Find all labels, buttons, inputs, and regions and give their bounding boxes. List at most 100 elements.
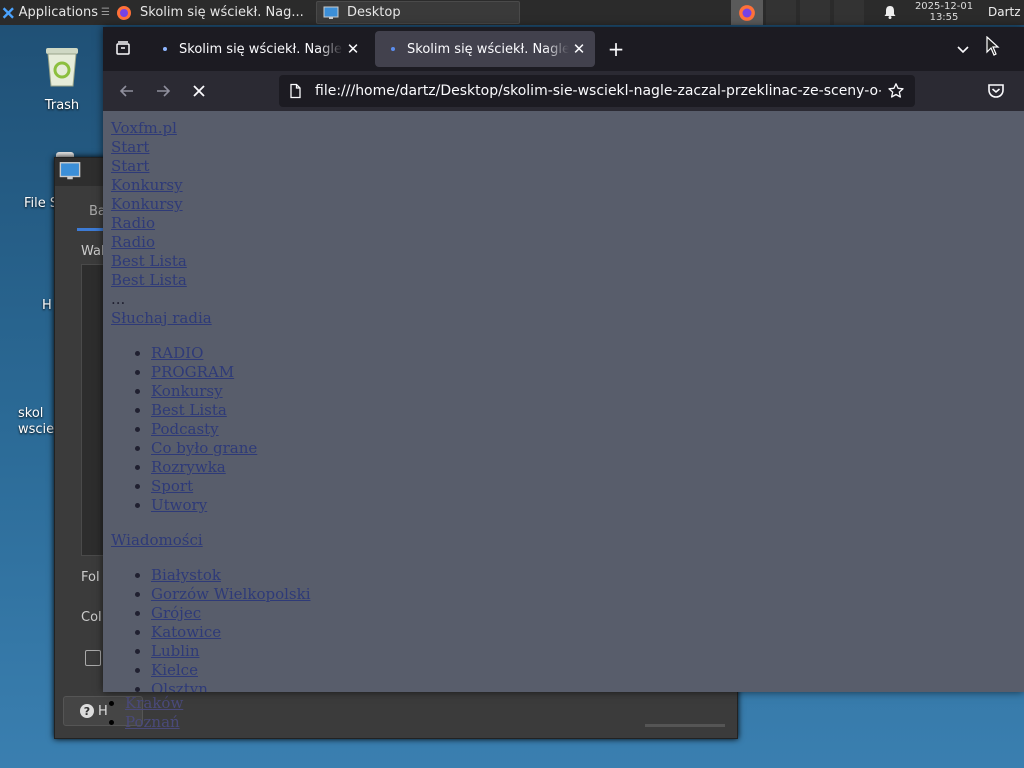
list-item: Grójec bbox=[151, 604, 1024, 623]
city-link[interactable]: Poznań bbox=[125, 713, 180, 731]
city-link[interactable]: Lublin bbox=[151, 642, 199, 660]
nav-link-best-lista[interactable]: Best Lista bbox=[111, 252, 1024, 271]
applications-menu[interactable]: Applications ☰ bbox=[0, 0, 110, 25]
nav-link-start[interactable]: Start bbox=[111, 138, 1024, 157]
option-checkbox[interactable] bbox=[85, 650, 101, 666]
help-icon: ? bbox=[80, 704, 94, 718]
close-tab-icon[interactable]: ✕ bbox=[569, 40, 589, 58]
url-text[interactable]: file:///home/dartz/Desktop/skolim-sie-ws… bbox=[315, 83, 881, 99]
monitor-icon bbox=[323, 6, 339, 19]
menu-link[interactable]: Podcasty bbox=[151, 420, 219, 438]
list-item: Białystok bbox=[151, 566, 1024, 585]
ellipsis-text: ... bbox=[111, 290, 126, 308]
taskbar-desktop-label: Desktop bbox=[347, 5, 401, 20]
nav-link-start[interactable]: Start bbox=[111, 157, 1024, 176]
applications-menu-icon bbox=[2, 6, 14, 19]
user-menu[interactable]: Dartz bbox=[988, 5, 1021, 19]
tab-title: Skolim się wściekł. Nagle zaczął przekli… bbox=[179, 41, 343, 57]
news-link[interactable]: Wiadomości bbox=[111, 531, 1024, 550]
back-arrow-icon[interactable] bbox=[117, 81, 137, 101]
city-link[interactable]: Kielce bbox=[151, 661, 198, 679]
menu-list: RADIO PROGRAM Konkursy Best Lista Podcas… bbox=[111, 344, 1024, 515]
list-item: Katowice bbox=[151, 623, 1024, 642]
clock-date: 2025-12-01 bbox=[914, 1, 974, 12]
firefox-window: Skolim się wściekł. Nagle zaczął przekli… bbox=[103, 27, 1024, 692]
help-label: H bbox=[98, 703, 108, 719]
firefox-view-icon[interactable] bbox=[115, 40, 131, 56]
tab-title: Skolim się wściekł. Nagle zaczął przekli… bbox=[407, 41, 569, 57]
menu-link[interactable]: Best Lista bbox=[151, 401, 227, 419]
page-body: Voxfm.pl Start Start Konkursy Konkursy R… bbox=[103, 111, 1024, 692]
loading-dot-icon bbox=[163, 47, 167, 51]
url-bar[interactable]: file:///home/dartz/Desktop/skolim-sie-ws… bbox=[279, 75, 915, 107]
browser-tab-2[interactable]: Skolim się wściekł. Nagle zaczął przekli… bbox=[375, 31, 595, 67]
menu-link[interactable]: PROGRAM bbox=[151, 363, 234, 381]
menu-link[interactable]: Konkursy bbox=[151, 382, 223, 400]
browser-tab-1[interactable]: Skolim się wściekł. Nagle zaczął przekli… bbox=[147, 31, 369, 67]
city-link[interactable]: Katowice bbox=[151, 623, 221, 641]
navigation-toolbar: file:///home/dartz/Desktop/skolim-sie-ws… bbox=[103, 71, 1024, 111]
overflow-content: Kraków Poznań bbox=[111, 694, 183, 732]
close-tab-icon[interactable]: ✕ bbox=[343, 40, 363, 58]
clock-time: 13:55 bbox=[929, 12, 959, 23]
city-link[interactable]: Kraków bbox=[125, 694, 183, 712]
mouse-cursor-icon bbox=[986, 36, 1000, 56]
applications-suffix: ☰ bbox=[101, 7, 110, 18]
clock[interactable]: 2025-12-01 13:55 bbox=[905, 1, 983, 23]
taskbar-firefox-window[interactable]: Skolim się wściekł. Nag... bbox=[110, 0, 314, 25]
nav-link-radio[interactable]: Radio bbox=[111, 214, 1024, 233]
list-item: Poznań bbox=[125, 713, 183, 732]
city-link[interactable]: Gorzów Wielkopolski bbox=[151, 585, 311, 603]
site-link[interactable]: Voxfm.pl bbox=[111, 119, 1024, 138]
firefox-icon bbox=[117, 5, 131, 20]
menu-link[interactable]: RADIO bbox=[151, 344, 203, 362]
list-item: Co było grane bbox=[151, 439, 1024, 458]
city-link[interactable]: Białystok bbox=[151, 566, 221, 584]
bookmark-star-icon[interactable] bbox=[887, 82, 905, 100]
workspace-3[interactable] bbox=[800, 0, 830, 25]
menu-link[interactable]: Rozrywka bbox=[151, 458, 226, 476]
monitor-icon bbox=[59, 162, 81, 180]
nav-link-best-lista[interactable]: Best Lista bbox=[111, 271, 1024, 290]
new-tab-button[interactable]: + bbox=[605, 39, 627, 61]
trash-icon bbox=[46, 48, 78, 87]
stop-loading-icon[interactable] bbox=[189, 81, 209, 101]
page-icon[interactable] bbox=[287, 83, 303, 99]
dialog-scrollbar[interactable] bbox=[645, 724, 725, 727]
menu-link[interactable]: Co było grane bbox=[151, 439, 257, 457]
page-content: Voxfm.pl Start Start Konkursy Konkursy R… bbox=[103, 111, 1024, 692]
folder-label: Fol bbox=[81, 570, 100, 585]
list-item: PROGRAM bbox=[151, 363, 1024, 382]
loading-dot-icon bbox=[391, 47, 395, 51]
city-link[interactable]: Olsztyn bbox=[151, 680, 208, 692]
forward-arrow-icon[interactable] bbox=[153, 81, 173, 101]
city-link[interactable]: Grójec bbox=[151, 604, 201, 622]
firefox-icon bbox=[739, 4, 755, 21]
taskbar-desktop-window[interactable]: Desktop bbox=[316, 1, 520, 24]
desktop-icon-label: Trash bbox=[44, 98, 80, 113]
tab-strip: Skolim się wściekł. Nagle zaczął przekli… bbox=[103, 27, 1024, 71]
list-item: Sport bbox=[151, 477, 1024, 496]
menu-link[interactable]: Sport bbox=[151, 477, 193, 495]
desktop-icon-trash[interactable]: Trash bbox=[22, 42, 102, 114]
nav-link-konkursy[interactable]: Konkursy bbox=[111, 195, 1024, 214]
top-panel: Applications ☰ Skolim się wściekł. Nag..… bbox=[0, 0, 1024, 25]
pocket-icon[interactable] bbox=[985, 80, 1007, 102]
list-item: Konkursy bbox=[151, 382, 1024, 401]
nav-link-radio[interactable]: Radio bbox=[111, 233, 1024, 252]
workspace-4[interactable] bbox=[834, 0, 864, 25]
workspace-2[interactable] bbox=[766, 0, 796, 25]
taskbar-firefox-label: Skolim się wściekł. Nag... bbox=[140, 5, 304, 20]
applications-label: Applications bbox=[18, 5, 99, 20]
chevron-down-icon[interactable] bbox=[955, 41, 971, 57]
list-item: Best Lista bbox=[151, 401, 1024, 420]
city-list: Białystok Gorzów Wielkopolski Grójec Kat… bbox=[111, 566, 1024, 692]
list-item: Lublin bbox=[151, 642, 1024, 661]
nav-link-konkursy[interactable]: Konkursy bbox=[111, 176, 1024, 195]
list-item: Rozrywka bbox=[151, 458, 1024, 477]
menu-link[interactable]: Utwory bbox=[151, 496, 207, 514]
notification-bell-icon[interactable] bbox=[882, 4, 898, 20]
listen-radio-link[interactable]: Słuchaj radia bbox=[111, 309, 1024, 328]
workspace-firefox[interactable] bbox=[731, 0, 763, 25]
list-item: RADIO bbox=[151, 344, 1024, 363]
